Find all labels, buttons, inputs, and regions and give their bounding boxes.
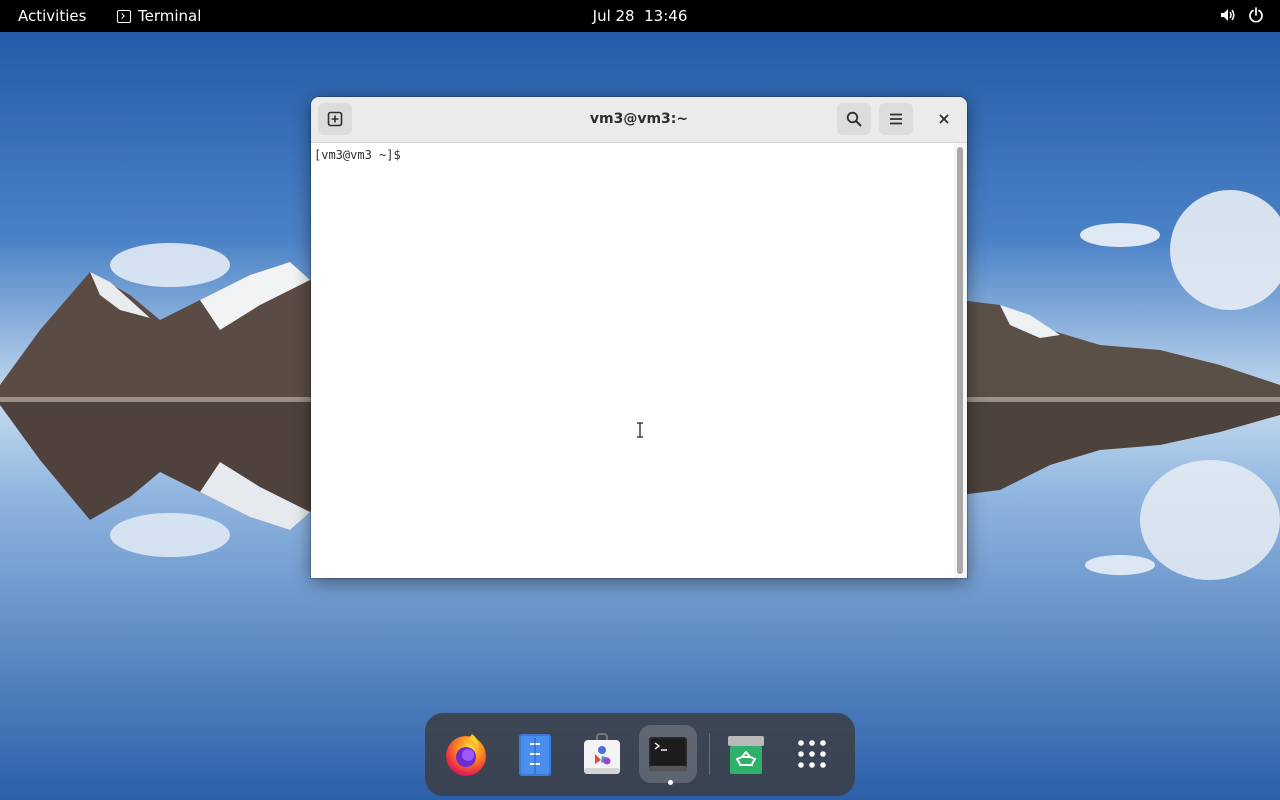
close-button[interactable] [931, 106, 957, 132]
firefox-icon [446, 734, 486, 776]
volume-icon [1220, 7, 1236, 27]
power-icon [1248, 7, 1264, 27]
top-bar: Activities Terminal Jul 28 13:46 [0, 0, 1280, 32]
dock-trash[interactable] [717, 725, 775, 783]
running-indicator [668, 780, 673, 785]
terminal-cursor [407, 147, 415, 161]
main-menu-button[interactable] [879, 103, 913, 135]
dock-app-grid[interactable] [783, 725, 841, 783]
search-icon [846, 111, 862, 127]
search-button[interactable] [837, 103, 871, 135]
close-icon [939, 114, 949, 124]
text-cursor-icon [637, 422, 643, 438]
dash-dock [425, 713, 855, 796]
terminal-scrollbar[interactable] [954, 143, 967, 578]
dock-software[interactable] [573, 725, 631, 783]
trash-icon [728, 736, 764, 774]
activities-button[interactable]: Activities [18, 7, 86, 25]
terminal-app-icon [117, 9, 131, 23]
terminal-prompt: [vm3@vm3 ~]$ [314, 148, 408, 162]
app-grid-icon [798, 740, 826, 768]
clock-button[interactable]: Jul 28 13:46 [593, 7, 688, 25]
app-menu-label: Terminal [138, 7, 202, 25]
software-icon [584, 733, 620, 774]
terminal-window: vm3@vm3:~ [vm3@vm3 ~]$ [311, 97, 967, 578]
terminal-area[interactable]: [vm3@vm3 ~]$ [311, 143, 954, 578]
hamburger-menu-icon [890, 113, 902, 125]
window-headerbar[interactable]: vm3@vm3:~ [311, 97, 967, 143]
dock-text-editor[interactable] [505, 725, 563, 783]
dock-terminal[interactable] [639, 725, 697, 783]
app-menu-button[interactable]: Terminal [117, 7, 201, 25]
scrollbar-thumb[interactable] [957, 147, 963, 574]
dock-firefox[interactable] [437, 725, 495, 783]
terminal-icon [649, 737, 687, 771]
text-editor-icon [519, 734, 551, 776]
terminal-prompt-line: [vm3@vm3 ~]$ [314, 147, 415, 162]
dock-separator [709, 733, 710, 775]
system-status-menu[interactable] [1220, 7, 1264, 27]
